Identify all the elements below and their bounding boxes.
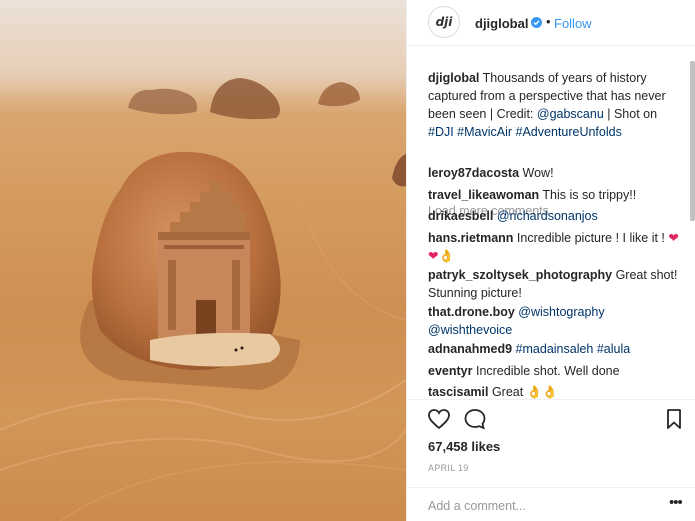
- post-actions: 67,458 likes APRIL 19: [407, 399, 695, 479]
- comment-text: This is so trippy!!: [542, 188, 637, 202]
- post-photo[interactable]: [0, 0, 406, 521]
- follow-button[interactable]: Follow: [554, 16, 592, 31]
- comments-scrollbar[interactable]: [690, 61, 695, 221]
- likes-count[interactable]: 67,458 likes: [428, 439, 500, 454]
- post-date: APRIL 19: [428, 463, 469, 473]
- caption-username[interactable]: djiglobal: [428, 71, 479, 85]
- comment-username[interactable]: tascisamil: [428, 385, 488, 399]
- comment-text: Wow!: [522, 166, 554, 180]
- comment-username[interactable]: that.drone.boy: [428, 305, 515, 319]
- comment-username[interactable]: drikaesbell: [428, 209, 493, 223]
- verified-badge-icon: [531, 17, 542, 28]
- comment: that.drone.boy @wishtography @wishthevoi…: [428, 303, 680, 339]
- comment: eventyr Incredible shot. Well done: [428, 362, 680, 380]
- comment: tascisamil Great 👌👌: [428, 383, 680, 399]
- comment-bubble-icon[interactable]: [463, 408, 487, 435]
- instagram-post: dji djiglobal • Follow djiglobal Thousan…: [0, 0, 695, 521]
- comment: drikaesbell @richardsonanjos: [428, 207, 680, 225]
- caption-text-2: | Shot on: [603, 107, 658, 121]
- avatar[interactable]: dji: [428, 6, 460, 38]
- comment-text: Incredible shot. Well done: [475, 364, 620, 378]
- comment: patryk_szoltysek_photography Great shot!…: [428, 266, 680, 302]
- comment: adnanahmed9 #madainsaleh #alula: [428, 340, 680, 358]
- caption: djiglobal Thousands of years of history …: [428, 69, 680, 141]
- comment-text: Incredible picture ! I like it !: [516, 231, 665, 245]
- separator-dot: •: [546, 14, 551, 29]
- caption-mention[interactable]: @gabscanu: [537, 107, 604, 121]
- comment-username[interactable]: adnanahmed9: [428, 342, 512, 356]
- comment-username[interactable]: eventyr: [428, 364, 472, 378]
- comment: leroy87dacosta Wow!: [428, 164, 680, 182]
- account-username[interactable]: djiglobal: [475, 16, 528, 31]
- comment: travel_likeawoman This is so trippy!!: [428, 186, 680, 204]
- comment-hashtags[interactable]: #madainsaleh #alula: [516, 342, 631, 356]
- comment-username[interactable]: hans.rietmann: [428, 231, 513, 245]
- desert-tomb-image: [0, 0, 406, 521]
- comments-list: djiglobal Thousands of years of history …: [407, 61, 688, 399]
- add-comment-bar: Add a comment... •••: [407, 487, 695, 521]
- comment: hans.rietmann Incredible picture ! I lik…: [428, 229, 680, 265]
- comment-username[interactable]: patryk_szoltysek_photography: [428, 268, 612, 282]
- comment-username[interactable]: travel_likeawoman: [428, 188, 539, 202]
- post-sidebar: dji djiglobal • Follow djiglobal Thousan…: [406, 0, 695, 521]
- post-header: dji djiglobal • Follow: [407, 0, 695, 46]
- caption-hashtags[interactable]: #DJI #MavicAir #AdventureUnfolds: [428, 125, 622, 139]
- add-comment-input[interactable]: Add a comment...: [428, 499, 526, 513]
- comment-username[interactable]: leroy87dacosta: [428, 166, 519, 180]
- comment-mention[interactable]: @richardsonanjos: [497, 209, 598, 223]
- more-options-icon[interactable]: •••: [669, 494, 683, 511]
- comment-text: Great: [491, 385, 524, 399]
- bookmark-icon[interactable]: [665, 408, 683, 435]
- ok-hand-emoji-icon: 👌👌: [526, 385, 558, 399]
- heart-icon[interactable]: [427, 408, 451, 435]
